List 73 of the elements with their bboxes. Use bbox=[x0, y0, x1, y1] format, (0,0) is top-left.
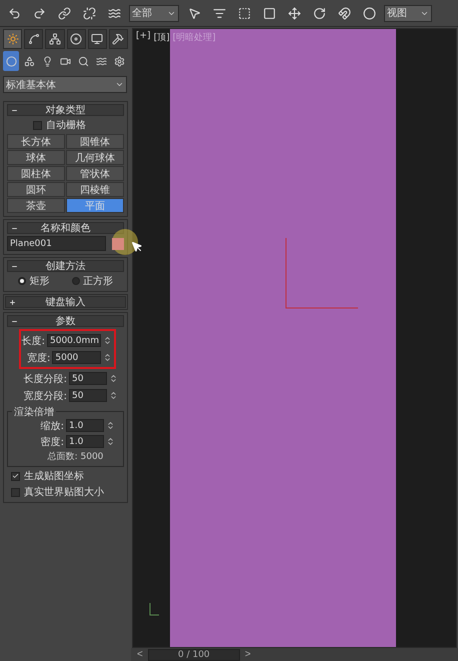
checkbox-label: 真实世界贴图大小 bbox=[24, 486, 104, 499]
checkbox[interactable] bbox=[11, 472, 20, 480]
rollout-header[interactable]: 对象类型 bbox=[7, 104, 124, 116]
rollout-title: 参数 bbox=[56, 314, 76, 328]
viewport-label[interactable]: [顶] bbox=[154, 31, 170, 44]
total-faces-text: 总面数: 5000 bbox=[46, 450, 104, 463]
frame-counter: 0 / 100 bbox=[148, 648, 240, 660]
rollout-title: 对象类型 bbox=[46, 104, 86, 117]
field-label: 宽度分段: bbox=[24, 390, 67, 402]
spinner-icon[interactable] bbox=[109, 391, 118, 400]
rollout-header[interactable]: 名称和颜色 bbox=[7, 222, 124, 234]
field-label: 宽度: bbox=[27, 352, 50, 364]
number-field[interactable]: 5000 bbox=[52, 351, 101, 364]
spinner-icon[interactable] bbox=[109, 374, 118, 383]
checkbox-label: 生成贴图坐标 bbox=[24, 470, 84, 483]
hammer-icon[interactable] bbox=[108, 29, 128, 49]
checkbox[interactable] bbox=[11, 488, 20, 496]
object-type-button[interactable]: 几何球体 bbox=[66, 150, 124, 165]
number-field[interactable]: 5000.0mm bbox=[47, 334, 101, 347]
object-type-button[interactable]: 圆柱体 bbox=[7, 166, 65, 181]
rollout-header[interactable]: 键盘输入 bbox=[5, 296, 126, 308]
group-title: 渲染倍增 bbox=[12, 405, 56, 419]
monitor-icon[interactable] bbox=[88, 29, 107, 49]
category-dropdown[interactable]: 标准基本体 bbox=[3, 76, 127, 93]
field-label: 缩放: bbox=[40, 420, 64, 432]
radio-button[interactable] bbox=[18, 277, 26, 285]
rollout-header[interactable]: 创建方法 bbox=[7, 260, 124, 272]
object-type-button[interactable]: 管状体 bbox=[66, 166, 124, 181]
number-field[interactable]: 1.0 bbox=[66, 435, 104, 448]
object-type-button[interactable]: 茶壶 bbox=[7, 198, 65, 213]
field-label: 长度分段: bbox=[24, 372, 67, 386]
object-type-button[interactable]: 长方体 bbox=[7, 134, 65, 149]
spinner-icon[interactable] bbox=[103, 336, 112, 345]
viewport-label[interactable]: [+] bbox=[136, 31, 151, 44]
number-field[interactable]: 50 bbox=[69, 372, 107, 385]
rollout-title: 创建方法 bbox=[46, 260, 86, 273]
selection-filter-dropdown[interactable]: 全部 bbox=[129, 4, 179, 22]
minus-icon bbox=[11, 263, 18, 270]
next-frame-button[interactable]: > bbox=[242, 649, 253, 660]
spinner-icon[interactable] bbox=[106, 437, 115, 446]
coordinate-dropdown[interactable]: 视图 bbox=[384, 4, 432, 22]
radio-label: 矩形 bbox=[29, 275, 50, 288]
spinner-icon[interactable] bbox=[106, 421, 115, 430]
number-field[interactable]: 50 bbox=[69, 389, 107, 402]
sun-icon[interactable] bbox=[3, 29, 22, 49]
cursor-icon bbox=[131, 241, 143, 253]
previous-frame-button[interactable]: < bbox=[135, 649, 145, 660]
radio-button[interactable] bbox=[72, 277, 80, 285]
minus-icon bbox=[11, 225, 18, 232]
rollout-title: 键盘输入 bbox=[46, 296, 86, 309]
minus-icon bbox=[11, 318, 18, 325]
object-type-button[interactable]: 四棱锥 bbox=[66, 182, 124, 197]
checkbox-label: 自动栅格 bbox=[46, 118, 86, 132]
color-swatch[interactable] bbox=[112, 238, 124, 250]
checkbox[interactable] bbox=[33, 120, 42, 130]
object-type-button[interactable]: 球体 bbox=[7, 150, 65, 165]
field-label: 长度: bbox=[22, 334, 45, 348]
caret-icon bbox=[115, 80, 124, 89]
hierarchy-icon[interactable] bbox=[45, 29, 65, 49]
name-field[interactable]: Plane001 bbox=[7, 236, 106, 251]
axis-tripod-icon bbox=[147, 602, 161, 618]
plus-icon bbox=[9, 299, 16, 306]
curve-icon[interactable] bbox=[24, 29, 44, 49]
minus-icon bbox=[11, 107, 18, 114]
object-type-button[interactable]: 圆环 bbox=[7, 182, 65, 197]
object-type-button[interactable]: 圆锥体 bbox=[66, 134, 124, 149]
viewport[interactable]: [+] [顶] [明暗处理] bbox=[132, 28, 457, 648]
number-field[interactable]: 1.0 bbox=[66, 419, 104, 432]
rollout-header[interactable]: 参数 bbox=[7, 315, 124, 327]
field-label: 密度: bbox=[40, 436, 64, 448]
rollout-title: 名称和颜色 bbox=[40, 222, 90, 235]
spinner-icon[interactable] bbox=[103, 353, 112, 362]
radio-label: 正方形 bbox=[82, 274, 113, 288]
